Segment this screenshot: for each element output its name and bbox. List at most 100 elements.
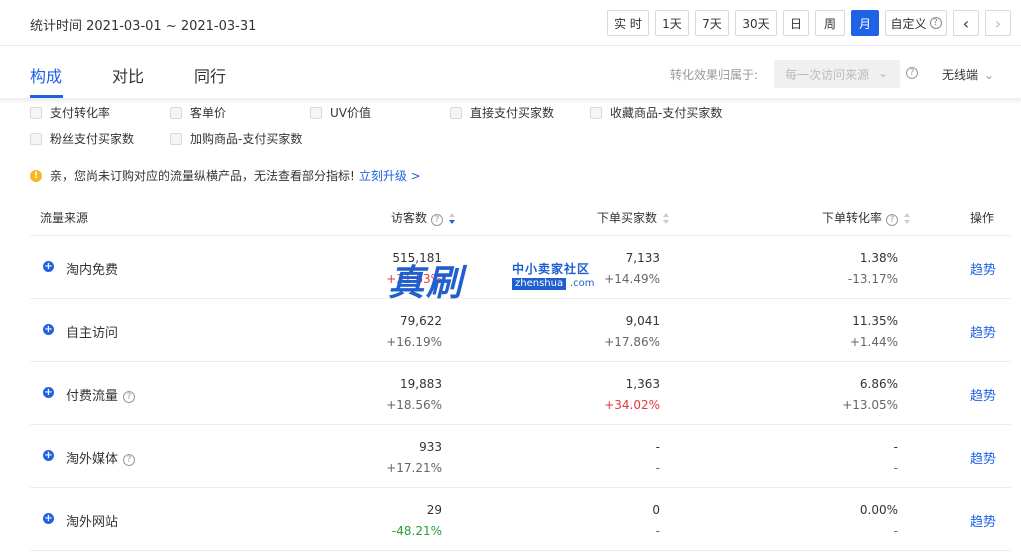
source-cell: 淘内免费 [66, 259, 118, 278]
header-visitors[interactable]: 访客数? [391, 209, 456, 226]
checkbox-box[interactable] [30, 106, 42, 119]
header-conversion[interactable]: 下单转化率? [822, 209, 911, 226]
conversion-value: - [893, 440, 898, 454]
header-conversion-label: 下单转化率 [822, 211, 883, 225]
trend-link[interactable]: 趋势 [970, 448, 996, 467]
metric-checkbox[interactable]: 粉丝支付买家数 [30, 130, 134, 147]
expand-row-icon[interactable]: + [43, 513, 54, 524]
trend-link[interactable]: 趋势 [970, 259, 996, 278]
attribution-label: 转化效果归属于: [670, 68, 759, 82]
period-button-label: 月 [858, 16, 871, 31]
upgrade-notice: ! 亲，您尚未订购对应的流量纵横产品，无法查看部分指标! 立刻升级 > [30, 167, 421, 184]
metric-label: 支付转化率 [50, 106, 111, 120]
watermark-url: zhenshua [512, 278, 567, 290]
period-button-realtime[interactable]: 实 时 [607, 10, 649, 36]
buyers-delta: +34.02% [604, 398, 660, 412]
checkbox-box[interactable] [170, 132, 182, 145]
help-icon[interactable]: ? [906, 67, 918, 79]
attribution-select[interactable]: 每一次访问来源 ⌄ [774, 60, 900, 88]
period-button-label: 自定义 [890, 16, 927, 31]
help-icon[interactable]: ? [431, 214, 444, 226]
header-action: 操作 [970, 211, 995, 225]
period-button-month[interactable]: 月 [851, 10, 879, 36]
expand-row-icon[interactable]: + [43, 261, 54, 272]
buyers-value: - [655, 440, 660, 454]
tab-composition[interactable]: 构成 [30, 63, 62, 87]
device-select[interactable]: 无线端 ⌄ [942, 66, 994, 83]
source-name: 淘外媒体 [66, 452, 119, 467]
warning-icon: ! [30, 169, 42, 182]
metric-label: 收藏商品-支付买家数 [610, 106, 723, 120]
metric-checkbox[interactable]: 支付转化率 [30, 104, 110, 121]
period-button-label: 周 [823, 16, 836, 31]
buyers-value: 9,041 [625, 314, 660, 328]
buyers-cell: -- [520, 438, 660, 477]
conversion-delta: - [893, 524, 898, 538]
table-row: + 淘外媒体? 933 +17.21% - - - - 趋势 [30, 425, 1011, 488]
visitors-cell: 19,883 +18.56% [302, 375, 442, 414]
visitors-value: 79,622 [400, 314, 442, 328]
header-source: 流量来源 [40, 211, 89, 225]
tab-compare[interactable]: 对比 [112, 63, 144, 87]
metric-checkbox[interactable]: 直接支付买家数 [450, 104, 554, 121]
metric-checkbox[interactable]: 收藏商品-支付买家数 [590, 104, 722, 121]
period-button-label: 日 [789, 16, 802, 31]
conversion-cell: 6.86% +13.05% [758, 375, 898, 414]
checkbox-box[interactable] [590, 106, 602, 119]
trend-link[interactable]: 趋势 [970, 385, 996, 404]
buyers-cell: 9,041 +17.86% [520, 312, 660, 351]
checkbox-box[interactable] [450, 106, 462, 119]
period-buttons: 实 时 1天 7天 30天日 周 月自定义? ‹ › [601, 10, 1011, 36]
conversion-delta: - [893, 461, 898, 475]
header-buyers[interactable]: 下单买家数 [597, 209, 670, 226]
expand-row-icon[interactable]: + [43, 450, 54, 461]
help-icon[interactable]: ? [123, 391, 136, 403]
sort-icon[interactable] [663, 213, 670, 224]
conversion-value: 11.35% [852, 314, 898, 328]
conversion-cell: 11.35% +1.44% [758, 312, 898, 351]
metric-checkbox[interactable]: 加购商品-支付买家数 [170, 130, 302, 147]
tab-peers[interactable]: 同行 [194, 63, 226, 87]
conversion-value: 1.38% [859, 251, 898, 265]
period-button-30day[interactable]: 30天 [735, 10, 777, 36]
buyers-cell: 0- [520, 501, 660, 540]
sort-icon[interactable] [449, 213, 456, 224]
checkbox-box[interactable] [170, 106, 182, 119]
help-icon[interactable]: ? [123, 454, 136, 466]
next-arrow-button[interactable]: › [985, 10, 1011, 36]
sort-icon[interactable] [904, 213, 911, 224]
expand-row-icon[interactable]: + [43, 324, 54, 335]
period-button-day[interactable]: 日 [783, 10, 809, 36]
metric-label: 直接支付买家数 [470, 106, 555, 120]
period-button-custom[interactable]: 自定义? [885, 10, 947, 36]
expand-row-icon[interactable]: + [43, 387, 54, 398]
watermark-logo: 真刷 中小卖家社区 zhenshua .com [388, 254, 628, 304]
watermark-subtitle: 中小卖家社区 [512, 262, 591, 276]
help-icon[interactable]: ? [886, 214, 899, 226]
trend-link[interactable]: 趋势 [970, 511, 996, 530]
metric-label: 客单价 [190, 106, 227, 120]
table-row: + 淘外网站 29 -48.21% 0-0.00% - 趋势 [30, 488, 1011, 551]
conversion-cell: 1.38% -13.17% [758, 249, 898, 288]
prev-arrow-button[interactable]: ‹ [953, 10, 979, 36]
checkbox-box[interactable] [30, 132, 42, 145]
conversion-value: 6.86% [859, 377, 898, 391]
visitors-cell: 79,622 +16.19% [302, 312, 442, 351]
metric-checkbox[interactable]: 客单价 [170, 104, 226, 121]
checkbox-box[interactable] [310, 106, 322, 119]
trend-link[interactable]: 趋势 [970, 322, 996, 341]
period-button-7day[interactable]: 7天 [695, 10, 729, 36]
source-name: 淘内免费 [66, 263, 119, 278]
period-button-1day[interactable]: 1天 [655, 10, 689, 36]
visitors-cell: 29 -48.21% [302, 501, 442, 540]
metric-label: UV价值 [330, 106, 371, 120]
period-button-week[interactable]: 周 [815, 10, 845, 36]
visitors-delta: +18.56% [386, 398, 442, 412]
source-name: 淘外网站 [66, 515, 119, 530]
date-toolbar: 统计时间 2021-03-01 ~ 2021-03-31 实 时 1天 7天 30天 日… [0, 0, 1021, 46]
source-cell: 淘外网站 [66, 511, 118, 530]
metric-checkbox[interactable]: UV价值 [310, 104, 371, 121]
source-name: 自主访问 [66, 326, 119, 341]
buyers-value: 1,363 [625, 377, 660, 391]
upgrade-link[interactable]: 立刻升级 > [359, 167, 421, 184]
